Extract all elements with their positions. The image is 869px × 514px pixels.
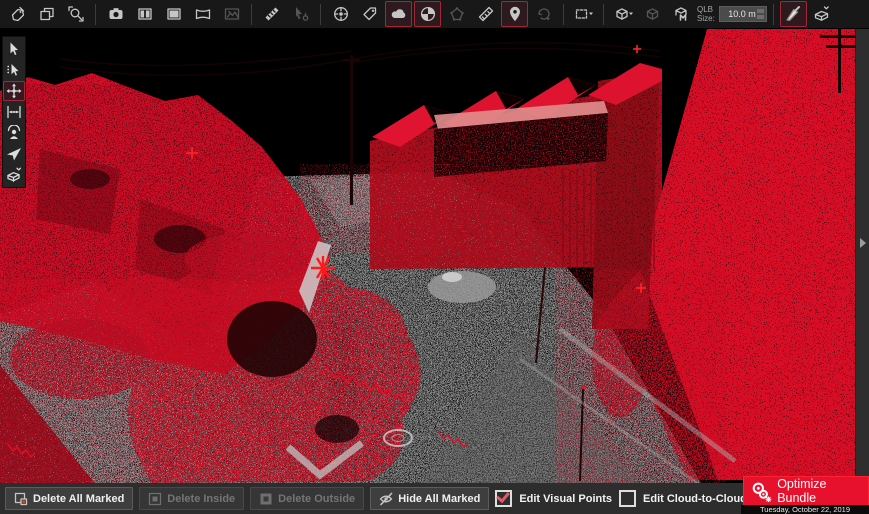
delete-all-marked-button[interactable]: Delete All Marked (5, 487, 133, 510)
chevron-right-icon[interactable] (860, 238, 866, 248)
eye-slash-icon (379, 492, 393, 506)
point-cloud-icon[interactable] (385, 1, 412, 27)
cascade-windows-icon[interactable] (33, 1, 60, 27)
annotate-hand-icon[interactable] (4, 1, 31, 27)
edit-visual-points-label: Edit Visual Points (519, 493, 612, 505)
pan-move-icon[interactable] (3, 81, 25, 101)
left-tool-palette (2, 36, 26, 188)
toolbar-separator (95, 4, 96, 25)
limit-box-manager-icon[interactable] (668, 1, 695, 27)
gray-car (428, 271, 496, 303)
measure-distance-icon[interactable] (3, 102, 25, 122)
pointcloud-editor-window: { "top_toolbar": { "qlb_label_line1": "Q… (0, 0, 869, 514)
button-label: Delete All Marked (33, 493, 124, 505)
bottom-action-bar: Delete All Marked Delete Inside Delete O… (0, 483, 869, 514)
bundle-icon (750, 479, 772, 503)
orbit-spiral-icon[interactable] (530, 1, 557, 27)
qlb-size-spinner[interactable] (757, 9, 764, 19)
edit-visual-points-checkbox[interactable] (495, 490, 512, 507)
camera-icon[interactable] (102, 1, 129, 27)
measure-pen-icon[interactable] (258, 1, 285, 27)
zoom-region-icon[interactable] (62, 1, 89, 27)
button-label: Delete Outside (278, 493, 355, 505)
contrast-sphere-icon[interactable] (414, 1, 441, 27)
brush-mark-icon[interactable] (780, 1, 807, 27)
hide-all-marked-button[interactable]: Hide All Marked (370, 487, 489, 510)
split-view-icon[interactable] (131, 1, 158, 27)
button-label: Delete Inside (167, 493, 235, 505)
optimize-bundle-label: Optimize Bundle (777, 477, 862, 505)
location-pin-icon[interactable] (501, 1, 528, 27)
toolbar-separator (320, 4, 321, 25)
right-panel-strip[interactable] (855, 29, 869, 483)
select-cursor-icon[interactable] (3, 39, 25, 59)
rect-select-icon[interactable] (570, 1, 597, 27)
label-tag-icon[interactable] (356, 1, 383, 27)
limit-box-icon[interactable] (610, 1, 637, 27)
cursor-probe-icon[interactable] (287, 1, 314, 27)
single-view-icon[interactable] (160, 1, 187, 27)
delete-inside-button[interactable]: Delete Inside (139, 487, 244, 510)
toolbar-separator (603, 4, 604, 25)
target-disk-icon[interactable] (327, 1, 354, 27)
qlb-size-group: QLB Size: 10.0 m (697, 5, 767, 23)
ruler-icon[interactable] (472, 1, 499, 27)
qlb-size-label: QLB Size: (697, 5, 715, 23)
dark-car-silhouette (227, 301, 317, 377)
toolbar-separator (563, 4, 564, 25)
delete-marked-icon (14, 492, 28, 506)
qlb-size-input[interactable]: 10.0 m (719, 6, 767, 22)
limit-box-alt-icon[interactable] (639, 1, 666, 27)
status-date: Tuesday, October 22, 2019 (741, 505, 869, 514)
panorama-view-icon[interactable] (189, 1, 216, 27)
top-toolbar: QLB Size: 10.0 m (0, 0, 869, 29)
optimize-bundle-button[interactable]: Optimize Bundle (743, 476, 869, 505)
delete-outside-button[interactable]: Delete Outside (250, 487, 364, 510)
toolbar-separator (773, 4, 774, 25)
button-label: Hide All Marked (398, 493, 480, 505)
toolbar-separator (251, 4, 252, 25)
mark-cursor-icon[interactable] (3, 60, 25, 80)
fly-navigate-icon[interactable] (3, 144, 25, 164)
person-view-icon[interactable] (3, 123, 25, 143)
erase-box-icon[interactable] (3, 165, 25, 185)
delete-inside-icon (148, 492, 162, 506)
eraser-box-icon[interactable] (809, 1, 836, 27)
point-cloud-scene (0, 29, 855, 483)
network-star-icon[interactable] (443, 1, 470, 27)
delete-outside-icon (259, 492, 273, 506)
viewport-canvas[interactable] (0, 29, 855, 483)
edit-cloud-to-cloud-checkbox[interactable] (619, 490, 636, 507)
image-view-icon[interactable] (218, 1, 245, 27)
